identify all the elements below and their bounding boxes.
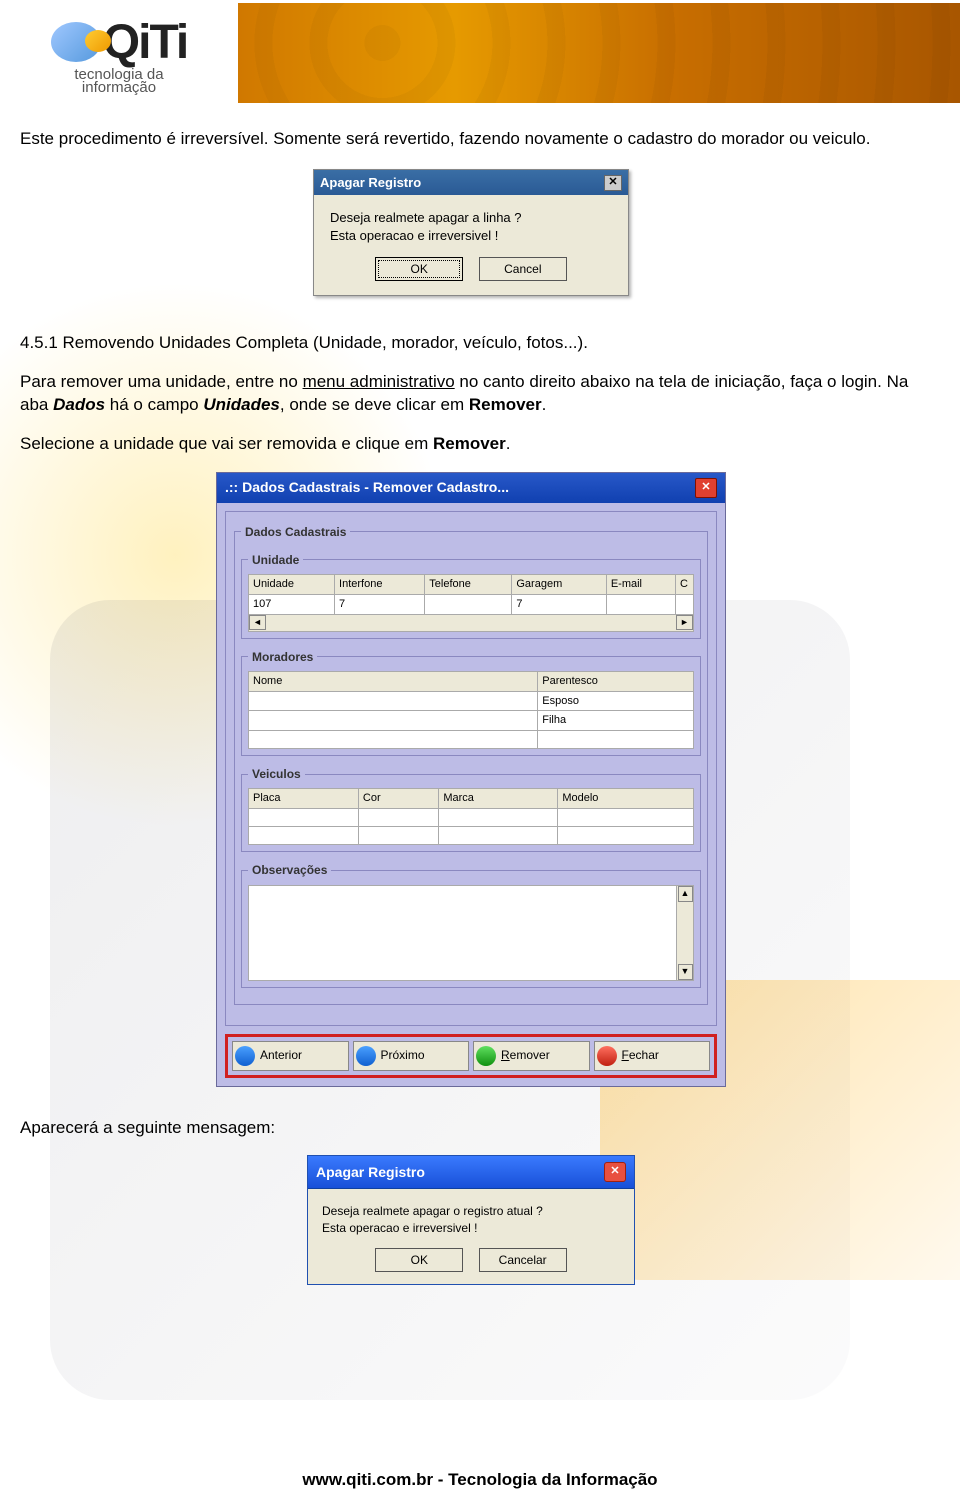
logo-subtitle-2: informação <box>82 79 156 96</box>
col-marca[interactable]: Marca <box>439 789 558 809</box>
dialog2-title: .:: Dados Cadastrais - Remover Cadastro.… <box>225 478 509 497</box>
table-row[interactable]: Filha <box>249 711 694 731</box>
dialog2-panel: Dados Cadastrais Unidade Unidade Interfo… <box>225 511 717 1026</box>
document-body: Este procedimento é irreversível. Soment… <box>0 110 960 1285</box>
link-menu-administrativo: menu administrativo <box>303 372 455 391</box>
dialog1-body: Deseja realmete apagar a linha ? Esta op… <box>314 195 628 250</box>
scroll-right-icon[interactable]: ► <box>676 615 693 630</box>
dialog2-button-bar: Anterior Próximo Remover Fechar <box>225 1034 717 1078</box>
dialog3-line2: Esta operacao e irreversivel ! <box>322 1220 620 1236</box>
ok-button[interactable]: OK <box>375 257 463 281</box>
col-garagem[interactable]: Garagem <box>512 574 606 594</box>
col-parentesco[interactable]: Parentesco <box>538 671 694 691</box>
close-icon[interactable]: ✕ <box>695 478 717 498</box>
legend-moradores: Moradores <box>248 649 317 665</box>
remover-button[interactable]: Remover <box>473 1041 590 1071</box>
table-row[interactable] <box>249 827 694 845</box>
fieldset-moradores: Moradores Nome Parentesco Esposo Filha <box>241 649 701 757</box>
col-unidade[interactable]: Unidade <box>249 574 335 594</box>
textarea-observacoes[interactable]: ▲ ▼ <box>248 885 694 981</box>
dialog1-title: Apagar Registro <box>320 174 421 192</box>
fieldset-veiculos: Veiculos Placa Cor Marca Modelo <box>241 766 701 852</box>
dialog-apagar-registro-2: Apagar Registro ✕ Deseja realmete apagar… <box>307 1155 635 1285</box>
close-icon[interactable]: ✕ <box>604 175 622 191</box>
legend-main: Dados Cadastrais <box>241 524 350 540</box>
dialog3-buttons: OK Cancelar <box>308 1242 634 1284</box>
legend-observacoes: Observações <box>248 862 331 878</box>
table-row[interactable]: 107 7 7 <box>249 594 694 614</box>
dialog3-line1: Deseja realmete apagar o registro atual … <box>322 1203 620 1219</box>
scroll-up-icon[interactable]: ▲ <box>678 886 693 902</box>
table-unidade: Unidade Interfone Telefone Garagem E-mai… <box>248 574 694 615</box>
legend-unidade: Unidade <box>248 552 303 568</box>
header-band <box>238 3 960 103</box>
col-interfone[interactable]: Interfone <box>335 574 425 594</box>
dialog3-body: Deseja realmete apagar o registro atual … <box>308 1189 634 1241</box>
col-modelo[interactable]: Modelo <box>558 789 694 809</box>
paragraph-4: Aparecerá a seguinte mensagem: <box>20 1117 922 1140</box>
table-row[interactable] <box>249 731 694 749</box>
legend-veiculos: Veiculos <box>248 766 305 782</box>
col-telefone[interactable]: Telefone <box>425 574 512 594</box>
ok-button[interactable]: OK <box>375 1248 463 1272</box>
section-heading: 4.5.1 Removendo Unidades Completa (Unida… <box>20 332 922 355</box>
logo-icon <box>51 22 101 62</box>
fechar-button[interactable]: Fechar <box>594 1041 711 1071</box>
logo-text: QiTi <box>103 15 187 70</box>
header: QiTi tecnologia da informação <box>0 0 960 110</box>
fieldset-dados-cadastrais: Dados Cadastrais Unidade Unidade Interfo… <box>234 524 708 1005</box>
dialog-apagar-registro-1: Apagar Registro ✕ Deseja realmete apagar… <box>313 169 629 296</box>
table-row[interactable]: Esposo <box>249 691 694 711</box>
vertical-scrollbar[interactable]: ▲ ▼ <box>676 886 693 980</box>
table-row[interactable] <box>249 809 694 827</box>
arrow-right-icon <box>356 1046 376 1066</box>
dialog2-titlebar: .:: Dados Cadastrais - Remover Cadastro.… <box>217 473 725 503</box>
col-cor[interactable]: Cor <box>358 789 438 809</box>
arrow-left-icon <box>235 1046 255 1066</box>
dialog3-title: Apagar Registro <box>316 1163 425 1182</box>
paragraph-3: Selecione a unidade que vai ser removida… <box>20 433 922 456</box>
dialog3-titlebar: Apagar Registro ✕ <box>308 1156 634 1189</box>
table-veiculos: Placa Cor Marca Modelo <box>248 788 694 845</box>
cancel-button[interactable]: Cancel <box>479 257 567 281</box>
logo-mark: QiTi <box>51 15 187 70</box>
paragraph-2: Para remover uma unidade, entre no menu … <box>20 371 922 417</box>
dialog1-titlebar: Apagar Registro ✕ <box>314 170 628 196</box>
col-extra[interactable]: C <box>676 574 694 594</box>
close-circle-icon <box>597 1046 617 1066</box>
logo: QiTi tecnologia da informação <box>0 0 238 110</box>
dialog1-line2: Esta operacao e irreversivel ! <box>330 227 612 245</box>
anterior-button[interactable]: Anterior <box>232 1041 349 1071</box>
col-placa[interactable]: Placa <box>249 789 359 809</box>
col-nome[interactable]: Nome <box>249 671 538 691</box>
dialog-dados-cadastrais: .:: Dados Cadastrais - Remover Cadastro.… <box>216 472 726 1087</box>
scroll-left-icon[interactable]: ◄ <box>249 615 266 630</box>
dialog1-line1: Deseja realmete apagar a linha ? <box>330 209 612 227</box>
horizontal-scrollbar[interactable]: ◄ ► <box>248 615 694 632</box>
cancel-button[interactable]: Cancelar <box>479 1248 567 1272</box>
fieldset-observacoes: Observações ▲ ▼ <box>241 862 701 987</box>
footer: www.qiti.com.br - Tecnologia da Informaç… <box>0 1470 960 1490</box>
check-icon <box>476 1046 496 1066</box>
proximo-button[interactable]: Próximo <box>353 1041 470 1071</box>
scroll-down-icon[interactable]: ▼ <box>678 964 693 980</box>
col-email[interactable]: E-mail <box>606 574 675 594</box>
fieldset-unidade: Unidade Unidade Interfone Telefone Garag… <box>241 552 701 639</box>
dialog1-buttons: OK Cancel <box>314 251 628 295</box>
paragraph-intro: Este procedimento é irreversível. Soment… <box>20 128 922 151</box>
table-moradores: Nome Parentesco Esposo Filha <box>248 671 694 750</box>
close-icon[interactable]: ✕ <box>604 1162 626 1182</box>
